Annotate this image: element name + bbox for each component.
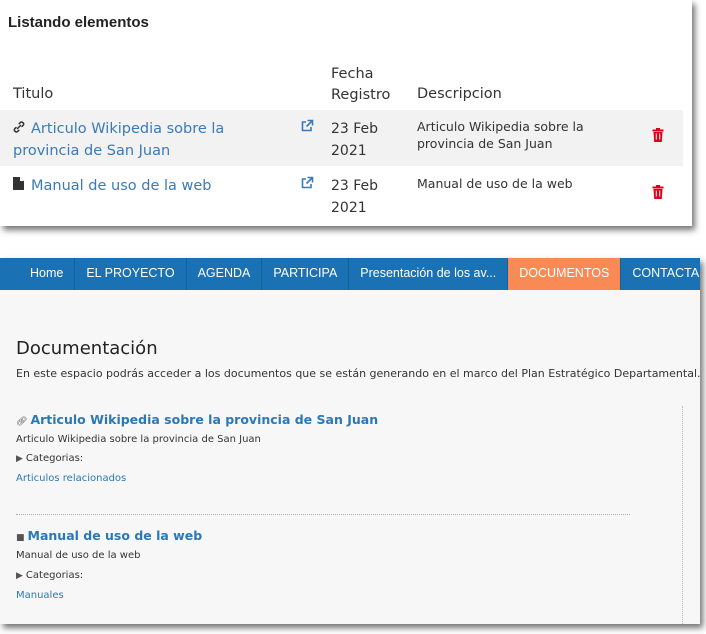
column-descripcion: Descripcion bbox=[417, 86, 502, 102]
page-title: Documentación bbox=[16, 338, 158, 359]
document-title: Articulo Wikipedia sobre la provincia de… bbox=[13, 121, 225, 159]
tag-icon: ▶ bbox=[16, 571, 23, 581]
trash-icon[interactable] bbox=[652, 184, 664, 199]
category-link[interactable]: Articulos relacionados bbox=[16, 473, 126, 484]
description: Articulo Wikipedia sobre la provincia de… bbox=[417, 119, 584, 151]
table-row: Manual de uso de la web 23 Feb 2021 Manu… bbox=[0, 167, 683, 219]
nav-documentos[interactable]: DOCUMENTOS bbox=[508, 258, 622, 290]
date: 23 Feb 2021 bbox=[331, 178, 379, 216]
intro-text: En este espacio podrás acceder a los doc… bbox=[16, 367, 700, 380]
nav-contacta[interactable]: CONTACTA bbox=[621, 258, 700, 290]
public-documents-page: Home EL PROYECTO AGENDA PARTICIPA Presen… bbox=[0, 258, 700, 624]
file-icon: ■ bbox=[16, 533, 25, 543]
entry-description: Manual de uso de la web bbox=[16, 550, 141, 561]
nav-home[interactable]: Home bbox=[0, 258, 76, 290]
nav-el-proyecto[interactable]: EL PROYECTO bbox=[75, 258, 187, 290]
tag-icon: ▶ bbox=[16, 454, 23, 464]
link-icon bbox=[13, 118, 31, 140]
table-row: Articulo Wikipedia sobre la provincia de… bbox=[0, 110, 683, 166]
sidebar-divider bbox=[682, 406, 683, 624]
trash-icon[interactable] bbox=[652, 127, 664, 142]
nav-presentacion[interactable]: Presentación de los av... bbox=[349, 258, 509, 290]
admin-list-panel: Listando elementos Titulo Fecha Registro… bbox=[0, 0, 692, 226]
category-link[interactable]: Manuales bbox=[16, 590, 64, 601]
column-titulo: Titulo bbox=[13, 86, 54, 102]
entry-title-link[interactable]: ■ Manual de uso de la web bbox=[16, 528, 202, 543]
file-icon bbox=[13, 175, 31, 197]
external-link-icon[interactable] bbox=[300, 118, 316, 134]
document-title: Manual de uso de la web bbox=[31, 178, 212, 194]
list-title: Listando elementos bbox=[8, 14, 149, 31]
entry-categories: ▶ Categorias: bbox=[16, 570, 84, 581]
external-link-icon[interactable] bbox=[300, 175, 316, 191]
column-fecha: Fecha Registro bbox=[331, 66, 391, 103]
entry-title-link[interactable]: 🔗︎ Articulo Wikipedia sobre la provincia … bbox=[16, 412, 378, 427]
link-icon: 🔗︎ bbox=[16, 417, 28, 427]
nav-participa[interactable]: PARTICIPA bbox=[262, 258, 350, 290]
separator bbox=[16, 514, 630, 515]
entry-categories: ▶ Categorias: bbox=[16, 453, 84, 464]
description: Manual de uso de la web bbox=[417, 176, 573, 191]
main-navbar: Home EL PROYECTO AGENDA PARTICIPA Presen… bbox=[0, 258, 700, 290]
document-title-link[interactable]: Articulo Wikipedia sobre la provincia de… bbox=[13, 118, 293, 162]
nav-agenda[interactable]: AGENDA bbox=[187, 258, 263, 290]
entry-description: Articulo Wikipedia sobre la provincia de… bbox=[16, 434, 261, 445]
date: 23 Feb 2021 bbox=[331, 121, 379, 159]
table-header: Titulo Fecha Registro Descripcion bbox=[0, 62, 692, 106]
document-title-link[interactable]: Manual de uso de la web bbox=[13, 175, 293, 197]
